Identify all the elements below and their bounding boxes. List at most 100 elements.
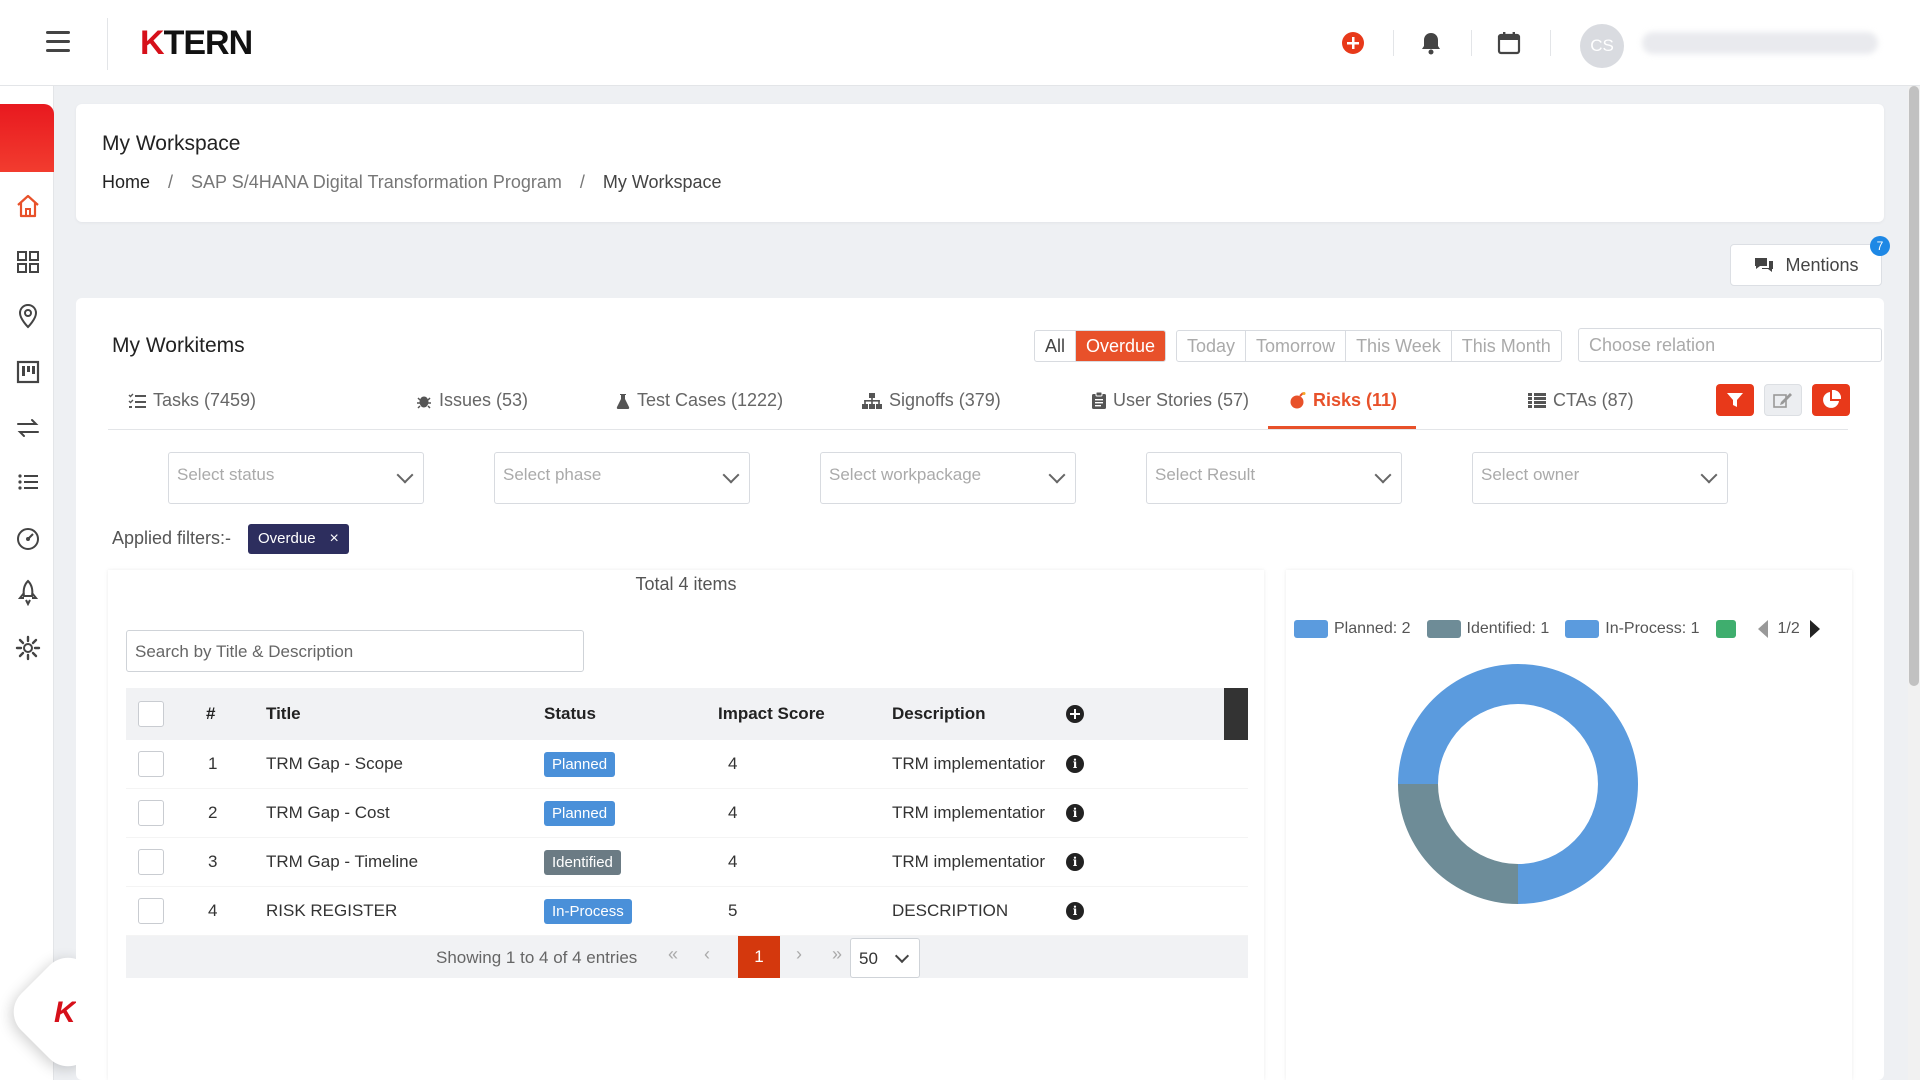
col-status[interactable]: Status (544, 688, 596, 740)
search-input[interactable]: Search by Title & Description (126, 630, 584, 672)
table-row[interactable]: 1 TRM Gap - Scope Planned 4 TRM implementati… (126, 740, 1248, 789)
chevron-down-icon (722, 466, 740, 484)
add-column-icon[interactable] (1066, 705, 1084, 723)
filter-button[interactable] (1716, 384, 1754, 416)
row-description: TRM implementatior (892, 803, 1046, 822)
col-description[interactable]: Description (892, 688, 986, 740)
info-icon[interactable]: i (1066, 804, 1084, 822)
donut-slice-in-process[interactable] (1398, 664, 1518, 784)
page-size-select[interactable]: 50 (850, 938, 920, 978)
row-description: DESCRIPTION (892, 901, 1009, 920)
home-icon[interactable] (14, 192, 42, 220)
pagination: Showing 1 to 4 of 4 entries « ‹ 1 › » 50 (126, 936, 1248, 978)
tab-issues[interactable]: Issues (53) (416, 390, 528, 411)
dashboard-grid-icon[interactable] (14, 248, 42, 276)
tab-risks[interactable]: Risks (11) (1290, 390, 1397, 411)
row-checkbox[interactable] (138, 849, 164, 875)
hamburger-menu-icon[interactable] (46, 31, 70, 53)
row-title[interactable]: RISK REGISTER (266, 887, 397, 935)
filter-this-week[interactable]: This Week (1346, 331, 1452, 361)
select-phase[interactable]: Select phase (494, 452, 750, 504)
table-row[interactable]: 4 RISK REGISTER In-Process 5 DESCRIPTION i (126, 887, 1248, 936)
avatar[interactable]: CS (1580, 24, 1624, 68)
donut-slice-identified[interactable] (1398, 784, 1518, 904)
row-checkbox[interactable] (138, 800, 164, 826)
edit-icon (1773, 393, 1792, 408)
tab-test-cases[interactable]: Test Cases (1222) (616, 390, 783, 411)
status-badge: Identified (544, 849, 621, 875)
select-all-checkbox[interactable] (138, 701, 164, 727)
breadcrumb-home[interactable]: Home (102, 172, 150, 193)
app-logo[interactable]: KTERN (140, 24, 253, 63)
table-list-icon (1528, 393, 1546, 408)
breadcrumb-program[interactable]: SAP S/4HANA Digital Transformation Progr… (191, 172, 562, 193)
settings-gear-icon[interactable] (14, 634, 42, 662)
list-icon[interactable] (14, 468, 42, 496)
board-icon[interactable] (14, 358, 42, 386)
row-title[interactable]: TRM Gap - Timeline (266, 838, 418, 886)
list-check-icon (128, 393, 146, 408)
chart-toggle-button[interactable] (1812, 384, 1850, 416)
row-title[interactable]: TRM Gap - Cost (266, 789, 390, 837)
edit-button[interactable] (1764, 384, 1802, 416)
applied-filter-chip: Overdue × (248, 524, 349, 554)
filter-today[interactable]: Today (1177, 331, 1247, 361)
col-title[interactable]: Title (266, 688, 301, 740)
last-page-button[interactable]: » (832, 944, 842, 965)
calendar-icon[interactable] (1496, 30, 1522, 56)
location-pin-icon[interactable] (14, 302, 42, 330)
user-name-blurred[interactable] (1642, 32, 1878, 54)
assistant-logo-icon[interactable]: K (54, 996, 76, 1030)
status-chart-card: Planned: 2 Identified: 1 In-Process: 1 1… (1286, 570, 1852, 1080)
remove-filter-icon[interactable]: × (330, 524, 339, 554)
active-tab-underline (1268, 426, 1416, 429)
prev-page-button[interactable]: ‹ (704, 944, 710, 965)
bell-icon[interactable] (1418, 30, 1444, 56)
mentions-label: Mentions (1785, 254, 1859, 275)
transfer-icon[interactable] (14, 414, 42, 442)
select-status[interactable]: Select status (168, 452, 424, 504)
page-scrollbar[interactable] (1908, 86, 1920, 1080)
time-filter-group-primary: All Overdue (1034, 330, 1167, 362)
info-icon[interactable]: i (1066, 853, 1084, 871)
rocket-icon[interactable] (14, 578, 42, 607)
chevron-down-icon (1048, 466, 1066, 484)
choose-relation-select[interactable]: Choose relation (1578, 328, 1882, 362)
total-items: Total 4 items (635, 574, 737, 594)
bomb-icon (1290, 392, 1306, 409)
time-filter-group-secondary: Today Tomorrow This Week This Month (1176, 330, 1562, 362)
filter-tomorrow[interactable]: Tomorrow (1246, 331, 1347, 361)
row-impact-score: 4 (728, 803, 738, 822)
select-workpackage[interactable]: Select workpackage (820, 452, 1076, 504)
col-impact-score[interactable]: Impact Score (718, 688, 825, 740)
filter-this-month[interactable]: This Month (1452, 331, 1561, 361)
tab-tasks[interactable]: Tasks (7459) (128, 390, 256, 411)
page-1-button[interactable]: 1 (738, 936, 780, 978)
filter-overdue[interactable]: Overdue (1076, 331, 1166, 361)
row-checkbox[interactable] (138, 898, 164, 924)
tab-user-stories[interactable]: User Stories (57) (1092, 390, 1249, 411)
next-page-button[interactable]: › (796, 944, 802, 965)
first-page-button[interactable]: « (668, 944, 678, 965)
tab-signoffs[interactable]: Signoffs (379) (862, 390, 1001, 411)
donut-slice-planned[interactable] (1518, 664, 1638, 904)
chevron-down-icon (396, 466, 414, 484)
info-icon[interactable]: i (1066, 755, 1084, 773)
table-scrollbar[interactable] (1224, 688, 1248, 740)
select-owner[interactable]: Select owner (1472, 452, 1728, 504)
mentions-button[interactable]: Mentions (1730, 244, 1882, 286)
gauge-icon[interactable] (14, 524, 42, 552)
add-icon[interactable] (1340, 30, 1366, 56)
table-row[interactable]: 3 TRM Gap - Timeline Identified 4 TRM implem… (126, 838, 1248, 887)
pie-chart-icon (1823, 390, 1841, 408)
table-row[interactable]: 2 TRM Gap - Cost Planned 4 TRM implementatio… (126, 789, 1248, 838)
tab-ctas[interactable]: CTAs (87) (1528, 390, 1634, 411)
row-checkbox[interactable] (138, 751, 164, 777)
select-result[interactable]: Select Result (1146, 452, 1402, 504)
top-bar: KTERN CS (0, 0, 1920, 86)
info-icon[interactable]: i (1066, 902, 1084, 920)
row-title[interactable]: TRM Gap - Scope (266, 740, 403, 788)
filter-all[interactable]: All (1035, 331, 1077, 361)
col-num[interactable]: # (206, 688, 215, 740)
row-impact-score: 4 (728, 754, 738, 773)
